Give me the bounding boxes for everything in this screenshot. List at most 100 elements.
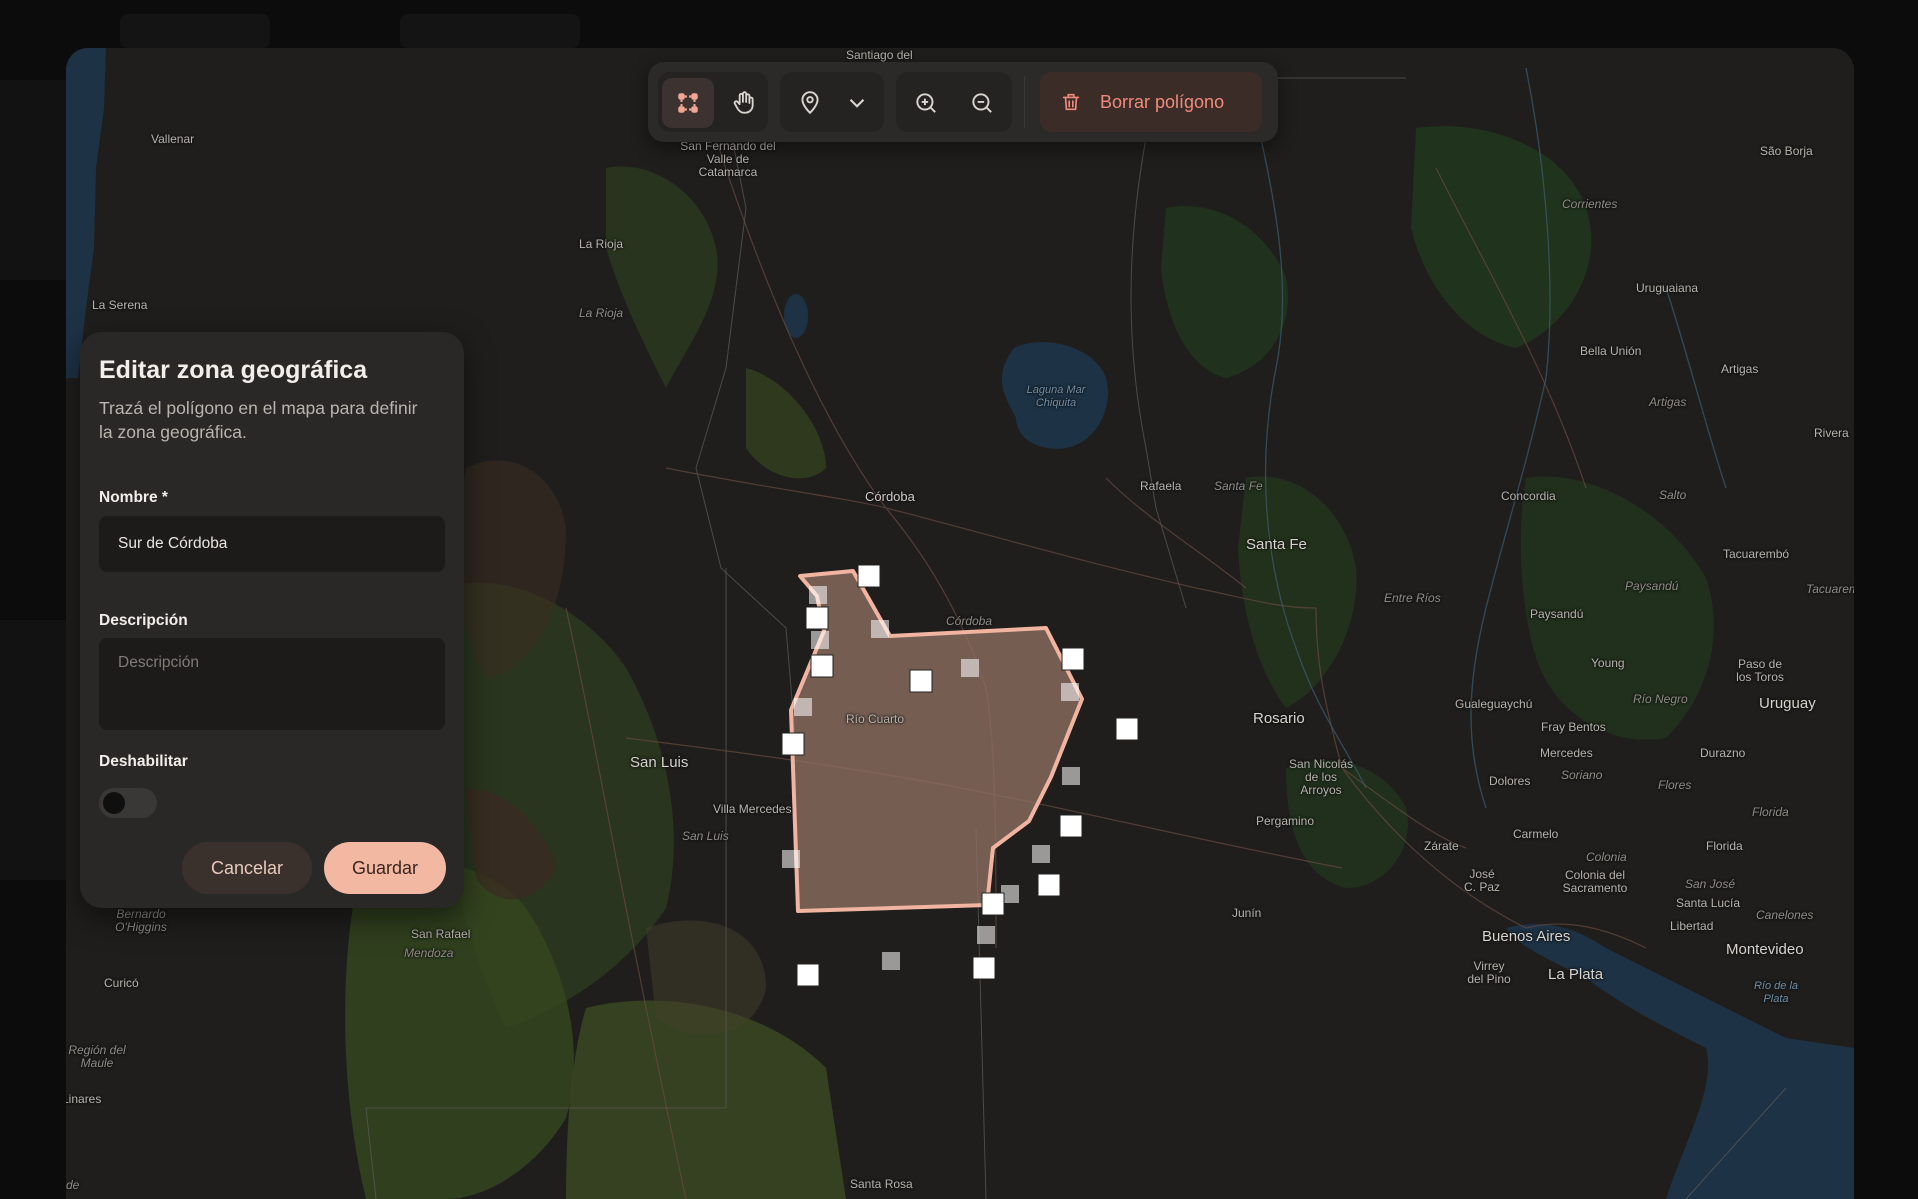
map-label: Vallenar [151,132,195,146]
map-label: de [66,1178,80,1192]
map-label: Mendoza [404,946,454,960]
map-label: Río de la Plata [1753,980,1799,1005]
background-tab [400,14,580,48]
map-label: Río Negro [1633,692,1688,706]
save-button[interactable]: Guardar [324,842,446,894]
map-label: Santa Fe [1214,479,1263,493]
map-label: Santa Rosa [850,1177,913,1191]
map-label: Paysandú [1625,579,1679,593]
map-label: Paysandú [1530,607,1584,621]
map-label: San Fernando del Valle de Catamarca [680,139,776,179]
draw-polygon-icon [678,93,698,113]
zoom-out-icon [972,93,992,113]
trash-icon [1062,93,1080,111]
zoom-in-button[interactable] [900,78,952,128]
map-label: José C. Paz [1463,867,1500,894]
draw-polygon-button[interactable] [662,78,714,128]
map-label: Uruguay [1759,695,1816,712]
map-label: Tacuarem [1806,582,1854,596]
map-label: Colonia del Sacramento [1562,868,1628,895]
map-label: Rafaela [1140,479,1182,493]
map-label: Tacuarembó [1723,547,1790,561]
map-label: Artigas [1649,395,1687,409]
map-label: La Serena [92,298,148,312]
map-label: Santa Lucía [1676,896,1741,910]
map-label: Buenos Aires [1482,928,1571,945]
map-label: Corrientes [1562,197,1618,211]
chevron-down-icon [849,98,865,108]
disable-toggle[interactable] [99,788,157,818]
panel-subtitle: Trazá el polígono en el mapa para defini… [99,398,418,442]
map-label: Fray Bentos [1541,720,1606,734]
map-label: La Plata [1548,966,1604,983]
background-tab [120,14,270,48]
map-label: Junín [1232,906,1262,920]
delete-polygon-button[interactable]: Borrar polígono [1040,72,1262,132]
name-label: Nombre * [99,489,168,506]
map-label: Montevideo [1726,941,1804,958]
map-label: Laguna Mar Chiquita [1026,384,1086,409]
name-input[interactable]: Sur de Córdoba [99,516,445,572]
hand-pan-icon [733,91,754,114]
map-label: Córdoba [865,489,915,504]
map-label: Santiago del [846,48,913,62]
map-label: Artigas [1721,362,1759,376]
map-label: Zárate [1424,839,1459,853]
map-label: Dolores [1489,774,1531,788]
map-label: Canelones [1756,908,1814,922]
map-label: Región del Maule [68,1043,126,1070]
tool-group [658,72,768,132]
location-dropdown-button[interactable] [834,78,880,128]
background-sidebar [0,620,66,880]
map-label: San Rafael [411,927,471,941]
location-group [780,72,884,132]
panel-title: Editar zona geográfica [99,356,368,384]
zoom-in-icon [916,93,936,113]
map-label: Córdoba [946,614,993,628]
cancel-button[interactable]: Cancelar [182,842,312,894]
map-label: São Borja [1760,144,1813,158]
map-label: Gualeguaychú [1455,697,1533,711]
disable-label: Deshabilitar [99,753,188,770]
map-label: San José [1685,877,1736,891]
description-textarea[interactable]: Descripción [99,638,445,730]
map-label: San Luis [630,754,689,771]
map-label: Santa Fe [1246,536,1307,553]
map-label: Virrey del Pino [1467,959,1511,986]
description-label: Descripción [99,612,188,629]
pan-button[interactable] [718,78,770,128]
map-label: Bernardo O'Higgins [115,907,167,934]
map-label: Florida [1752,805,1789,819]
map-label: Linares [66,1092,102,1106]
map-label: Carmelo [1513,827,1559,841]
map-label: Pergamino [1256,814,1315,828]
map-label: Concordia [1501,489,1556,503]
map-label: Florida [1706,839,1743,853]
zoom-out-button[interactable] [956,78,1008,128]
map-label: Young [1591,656,1625,670]
location-button[interactable] [784,78,836,128]
map-label: Libertad [1670,919,1714,933]
map-label: Flores [1658,778,1692,792]
zoom-group [896,72,1012,132]
map-label: Entre Ríos [1384,591,1441,605]
map-label: Villa Mercedes [713,802,792,816]
map-modal: Santiago del Vallenar San Fernando del V… [66,48,1854,1199]
map-label: Rosario [1253,710,1305,727]
toolbar-divider [1024,76,1025,128]
map-label: Salto [1659,488,1687,502]
map-label: Uruguaiana [1636,281,1699,295]
background-sidebar [0,80,66,280]
map-label: Rivera [1814,426,1849,440]
map-label: Río Cuarto [846,712,905,726]
map-label: San Nicolás de los Arroyos [1288,757,1354,797]
map-label: Mercedes [1540,746,1593,760]
map-label: Colonia [1586,850,1627,864]
edit-zone-panel: Editar zona geográfica Trazá el polígono… [80,332,464,908]
map-label: Paso de los Toros [1736,657,1784,684]
map-label: Soriano [1561,768,1603,782]
map-label: Durazno [1700,746,1746,760]
location-pin-icon [801,91,819,115]
map-toolbar: Borrar polígono [648,62,1278,142]
map-label: Curicó [104,976,139,990]
